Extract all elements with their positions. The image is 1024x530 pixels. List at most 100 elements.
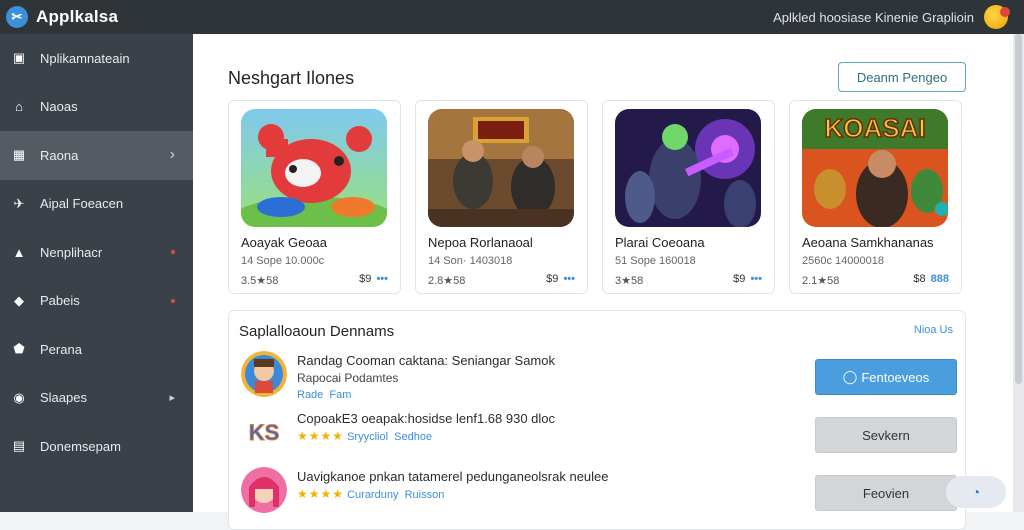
avatar-icon[interactable] [984, 5, 1010, 29]
sidebar-item-label: Donemsepam [40, 438, 121, 454]
app-artwork[interactable] [428, 109, 574, 227]
app-name: Aoayak Geoaa [241, 235, 328, 250]
app-title: Applkalsa [36, 7, 119, 26]
app-meta: 2560c 14000018 [802, 255, 884, 267]
row-action-button[interactable]: ◯ Fentoeveos [815, 359, 957, 395]
svg-text:KS: KS [249, 420, 280, 445]
square-check-icon: ▣ [12, 50, 26, 66]
app-card[interactable]: Aoayak Geoaa 14 Sope 10.000c 3.5★58 $9 ••• [228, 100, 401, 294]
main-content: Neshgart Ilones Deanm Pengeo Aoayak Geoa… [193, 34, 1013, 530]
row-tag[interactable]: Sryycliol [347, 431, 388, 443]
app-cards: Aoayak Geoaa 14 Sope 10.000c 3.5★58 $9 ••• N… [228, 100, 962, 294]
sidebar-item-2[interactable]: ⌂ Naoas [0, 83, 193, 132]
button-label: Sevkern [862, 427, 910, 443]
app-price[interactable]: $9 ••• [359, 273, 388, 285]
bird-icon: ✈ [13, 195, 25, 211]
app-card[interactable]: KOASAI Aeoana Samkhananas 2560c 14000018 2.… [789, 100, 962, 294]
app-meta: 14 Sope 10.000c [241, 255, 325, 267]
row-subtitle: Rapocai Podamtes [297, 371, 399, 385]
row-tags: ★★★★ Sryycliol Sedhoe [297, 429, 432, 443]
notification-dot [171, 250, 175, 255]
button-label: Feovien [862, 485, 910, 501]
notification-dot [171, 298, 175, 303]
target-icon: ◉ [13, 389, 25, 405]
list-item: Uavigkanoe pnkan tatamerel pedunganeolsr… [239, 467, 959, 519]
row-tag[interactable]: Rade [297, 389, 323, 401]
row-tag[interactable]: Curarduny [347, 489, 398, 501]
price-value: $8 [913, 273, 926, 285]
row-tag[interactable]: Sedhoe [394, 431, 432, 443]
app-card[interactable]: Plarai Coeoana 51 Sope 160018 3★58 $9 ••• [602, 100, 775, 294]
grid-icon: ▦ [12, 147, 26, 163]
app-rating: 2.1★58 [802, 275, 840, 287]
chevron-right-icon: ▸ [169, 392, 175, 405]
shield-icon: ◆ [14, 292, 24, 308]
app-name: Nepoa Rorlanaoal [428, 235, 533, 250]
view-all-link[interactable]: Nioa Us [914, 324, 953, 336]
scroll-thumb[interactable] [1015, 34, 1022, 384]
game-avatar-icon[interactable] [241, 351, 287, 397]
app-rating: 3★58 [615, 275, 644, 287]
sidebar-item-9[interactable]: ▤ Donemsepam [0, 422, 193, 471]
sidebar-item-label: Perana [40, 341, 82, 357]
sidebar-item-8[interactable]: ◉ Slaapes ▸ [0, 374, 193, 423]
row-tag[interactable]: Ruisson [405, 489, 445, 501]
row-tags: Rade Fam [297, 389, 351, 401]
chart-icon: ▲ [12, 244, 26, 260]
row-title: CopoakE3 oeapak:hosidse lenf1.68 930 dlo… [297, 411, 556, 426]
tag-icon: ⬟ [13, 341, 25, 357]
top-right-area: Aplkled hoosiase Kinenie Graplioin [773, 0, 1010, 34]
app-name: Aeoana Samkhananas [802, 235, 934, 250]
app-rating: 2.8★58 [428, 275, 466, 287]
sidebar-item-label: Naoas [40, 99, 78, 115]
scissors-icon[interactable]: ✂ [6, 6, 28, 28]
calendar-icon: ▤ [12, 438, 26, 454]
app-price[interactable]: $8 888 [913, 273, 949, 285]
header-button[interactable]: Deanm Pengeo [838, 62, 966, 92]
more-options-icon[interactable]: ••• [750, 273, 762, 285]
button-label: Fentoeveos [861, 369, 930, 385]
more-options-icon[interactable]: ••• [376, 273, 388, 285]
app-name: Plarai Coeoana [615, 235, 705, 250]
chat-fab-icon[interactable]: ◔ [946, 476, 1006, 508]
sidebar-item-5[interactable]: ▲ Nenplihacr [0, 228, 193, 277]
more-options-icon[interactable]: 888 [931, 273, 949, 285]
sidebar-item-7[interactable]: ⬟ Perana [0, 325, 193, 374]
app-artwork[interactable]: KOASAI [802, 109, 948, 227]
sidebar-item-label: Nenplihacr [40, 244, 103, 260]
app-artwork[interactable] [241, 109, 387, 227]
app-price[interactable]: $9 ••• [546, 273, 575, 285]
row-tags: ★★★★ Curarduny Ruisson [297, 487, 444, 501]
sidebar-item-4[interactable]: ✈ Aipal Foeacen [0, 180, 193, 229]
more-options-icon[interactable]: ••• [563, 273, 575, 285]
top-link[interactable]: Aplkled hoosiase Kinenie Graplioin [773, 10, 974, 25]
app-price[interactable]: $9 ••• [733, 273, 762, 285]
recommendations-panel: Saplalloaoun Dennams Nioa Us Randag Coom… [228, 310, 966, 530]
sidebar-item-label: Aipal Foeacen [40, 196, 124, 212]
sidebar-item-3[interactable]: ▦ Raona › [0, 131, 193, 180]
home-icon: ⌂ [15, 99, 23, 115]
sidebar: ▣ Nplikamnateain ⌂ Naoas ▦ Raona › ✈ Aipal Foeac… [0, 34, 193, 512]
row-action-button[interactable]: Feovien [815, 475, 957, 511]
app-artwork[interactable] [615, 109, 761, 227]
price-value: $9 [733, 273, 746, 285]
list-item: KS CopoakE3 oeapak:hosidse lenf1.68 930 d… [239, 409, 959, 461]
svg-text:KOASAI: KOASAI [824, 113, 925, 143]
scrollbar[interactable] [1013, 34, 1024, 512]
panel-title: Saplalloaoun Dennams [239, 323, 395, 340]
row-tag[interactable]: Fam [329, 389, 351, 401]
circle-icon: ◯ [842, 369, 858, 384]
row-action-button[interactable]: Sevkern [815, 417, 957, 453]
row-title: Uavigkanoe pnkan tatamerel pedunganeolsr… [297, 469, 609, 484]
sidebar-item-6[interactable]: ◆ Pabeis [0, 277, 193, 326]
app-card[interactable]: Nepoa Rorlanaoal 14 Son· 1403018 2.8★58 $9 … [415, 100, 588, 294]
section-title: Neshgart Ilones [228, 68, 355, 88]
girl-avatar-icon[interactable] [241, 467, 287, 513]
sidebar-item-1[interactable]: ▣ Nplikamnateain [0, 34, 193, 83]
sidebar-item-label: Nplikamnateain [40, 50, 130, 66]
sidebar-item-label: Raona [40, 147, 79, 163]
app-rating: 3.5★58 [241, 275, 279, 287]
ks-logo-icon[interactable]: KS [241, 409, 287, 455]
row-title: Randag Cooman caktana: Seniangar Samok [297, 353, 555, 368]
app-meta: 14 Son· 1403018 [428, 255, 513, 267]
